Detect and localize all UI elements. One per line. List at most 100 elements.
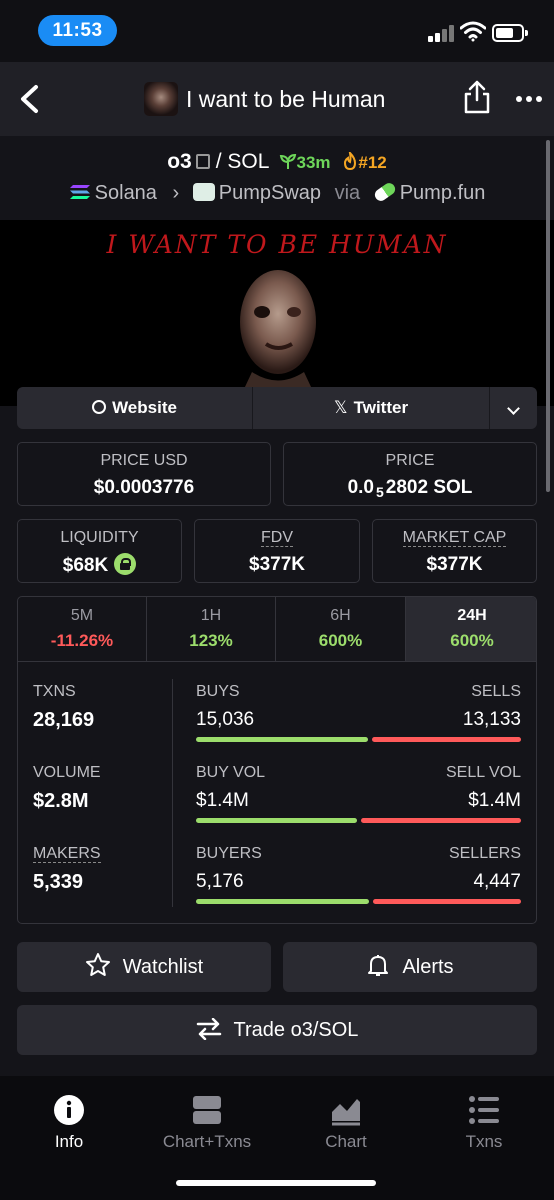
social-links: Website 𝕏 Twitter	[17, 387, 537, 429]
star-icon	[85, 953, 110, 976]
watchlist-button[interactable]: Watchlist	[17, 942, 271, 992]
timeframe-tab-5m[interactable]: 5M -11.26%	[18, 597, 147, 662]
pair-route-row: Solana › PumpSwap via Pump.fun	[0, 180, 554, 205]
status-time: 11:53	[38, 15, 117, 46]
price-native-label: PRICE	[385, 452, 435, 469]
stats-panel: 5M -11.26% 1H 123% 6H 600% 24H 600% TXNS…	[17, 596, 537, 924]
timeframe-tab-6h[interactable]: 6H 600%	[276, 597, 406, 662]
share-icon[interactable]	[462, 80, 492, 114]
sellers-label: SELLERS	[448, 845, 521, 862]
sells-bar	[372, 737, 521, 742]
banner-face-image	[236, 270, 320, 406]
buy-vol-value: $1.4M	[196, 790, 249, 811]
buy-vol-bar	[196, 818, 357, 823]
split-icon	[193, 1096, 221, 1124]
market-cap-value: $377K	[426, 554, 483, 575]
alerts-label: Alerts	[402, 956, 454, 978]
sprout-icon	[279, 153, 296, 169]
top-nav: I want to be Human	[0, 62, 554, 136]
makers-label[interactable]: MAKERS	[33, 845, 101, 863]
pair-age: 33m	[296, 153, 331, 172]
wifi-icon	[460, 21, 486, 42]
pumpswap-icon	[192, 183, 215, 201]
watchlist-label: Watchlist	[122, 956, 204, 978]
banner-text: I WANT TO BE HUMAN	[106, 230, 448, 259]
price-native-value: 0.0 5 2802 SOL	[347, 477, 473, 500]
lock-icon	[114, 553, 137, 575]
pair-symbol: o3	[167, 150, 192, 173]
twitter-link[interactable]: 𝕏 Twitter	[253, 387, 490, 429]
pair-quote: / SOL	[215, 150, 269, 173]
sell-vol-label: SELL VOL	[445, 764, 521, 781]
fdv-label[interactable]: FDV	[195, 529, 359, 547]
tab-chart-txns[interactable]: Chart+Txns	[138, 1094, 276, 1154]
price-usd-box: PRICE USD $0.0003776	[17, 442, 271, 506]
trade-label: Trade o3/SOL	[233, 1019, 359, 1041]
sell-vol-bar	[361, 818, 521, 823]
home-indicator[interactable]	[176, 1180, 376, 1186]
via-label: via	[334, 182, 361, 204]
sells-label: SELLS	[471, 683, 521, 700]
status-bar: 11:53	[0, 0, 554, 62]
tab-info[interactable]: Info	[0, 1094, 138, 1154]
sellers-value: 4,447	[473, 871, 521, 892]
buyers-bar	[196, 899, 369, 904]
timeframe-tab-24h[interactable]: 24H 600%	[406, 597, 536, 662]
swap-arrows-icon	[196, 1018, 221, 1040]
website-label: Website	[112, 398, 177, 417]
fdv-box: FDV $377K	[194, 519, 360, 583]
volume-value: $2.8M	[33, 790, 89, 812]
globe-icon	[92, 400, 107, 414]
buy-vol-label: BUY VOL	[196, 764, 266, 781]
tab-txns[interactable]: Txns	[415, 1094, 553, 1154]
sell-vol-value: $1.4M	[468, 790, 521, 811]
fdv-value: $377K	[249, 554, 305, 575]
txns-label: TXNS	[33, 683, 76, 700]
buys-label: BUYS	[196, 683, 240, 700]
price-usd-value: $0.0003776	[93, 477, 195, 498]
chain-name[interactable]: Solana	[95, 182, 157, 204]
website-link[interactable]: Website	[17, 387, 253, 429]
copy-icon[interactable]	[195, 154, 210, 169]
bell-icon	[368, 955, 389, 976]
scrollbar[interactable]	[546, 140, 550, 492]
market-cap-box: MARKET CAP $377K	[372, 519, 537, 583]
buyers-label: BUYERS	[196, 845, 262, 862]
token-banner: I WANT TO BE HUMAN	[0, 220, 554, 406]
chevron-down-icon	[507, 402, 520, 415]
alerts-button[interactable]: Alerts	[283, 942, 537, 992]
more-links-button[interactable]	[490, 387, 537, 429]
buys-bar	[196, 737, 368, 742]
pumpfun-icon	[372, 180, 398, 204]
page-title: I want to be Human	[186, 86, 386, 112]
price-usd-label: PRICE USD	[100, 452, 188, 469]
x-logo-icon: 𝕏	[333, 398, 348, 417]
liquidity-label: LIQUIDITY	[60, 529, 139, 546]
txns-value: 28,169	[33, 709, 95, 731]
pair-header: o3 / SOL 33m #12 Solana › PumpSwap via Pu…	[0, 136, 554, 220]
sellers-bar	[373, 899, 521, 904]
buys-value: 15,036	[196, 709, 255, 730]
timeframe-tab-1h[interactable]: 1H 123%	[147, 597, 276, 662]
launchpad-name[interactable]: Pump.fun	[400, 182, 486, 204]
market-cap-label[interactable]: MARKET CAP	[373, 529, 536, 547]
tab-chart[interactable]: Chart	[277, 1094, 415, 1154]
solana-icon	[69, 185, 90, 199]
dex-name[interactable]: PumpSwap	[219, 182, 321, 204]
chevron-right-icon: ›	[172, 182, 180, 204]
chart-icon	[332, 1099, 360, 1126]
more-options-icon[interactable]	[514, 96, 544, 104]
trade-button[interactable]: Trade o3/SOL	[17, 1005, 537, 1055]
list-icon	[469, 1096, 499, 1124]
sells-value: 13,133	[462, 709, 521, 730]
flame-icon	[344, 149, 357, 171]
volume-label: VOLUME	[33, 764, 101, 781]
back-arrow-icon[interactable]	[16, 84, 44, 114]
pair-name-row: o3 / SOL 33m #12	[0, 149, 554, 174]
battery-icon	[492, 24, 528, 42]
liquidity-value: $68K	[62, 555, 109, 576]
liquidity-box: LIQUIDITY $68K	[17, 519, 182, 583]
buyers-value: 5,176	[196, 871, 244, 892]
makers-value: 5,339	[33, 871, 84, 893]
info-icon	[54, 1095, 84, 1125]
